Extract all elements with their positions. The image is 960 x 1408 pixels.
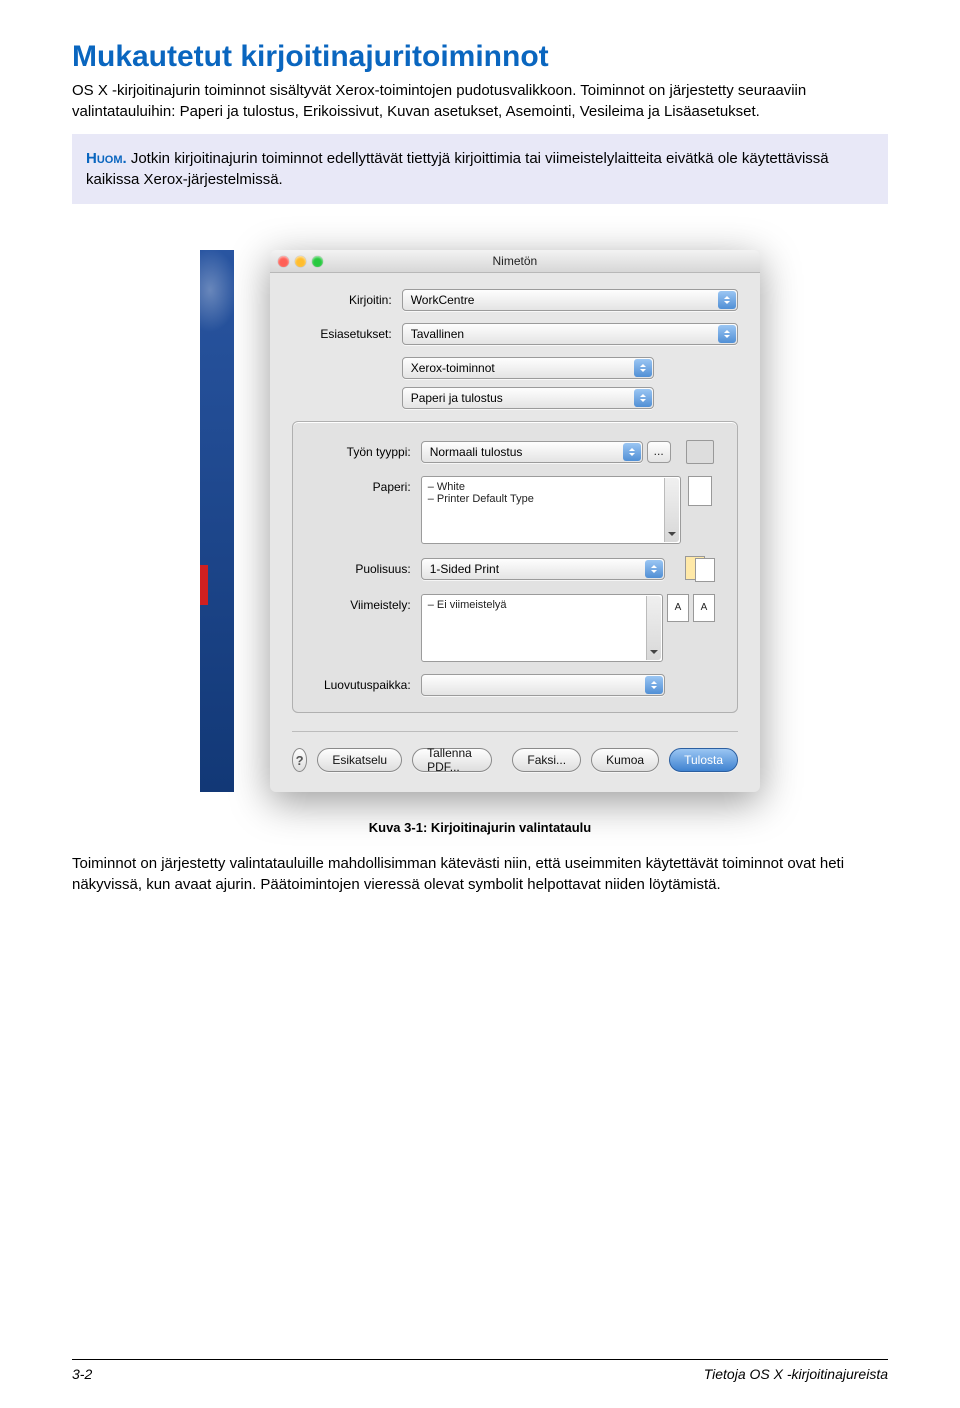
sided-label: Puolisuus: bbox=[311, 562, 421, 576]
page-icon bbox=[688, 476, 712, 506]
divider bbox=[292, 731, 738, 732]
pane-select-xerox[interactable]: Xerox-toiminnot bbox=[402, 357, 654, 379]
fax-button[interactable]: Faksi... bbox=[512, 748, 581, 772]
pane-select-xerox-value: Xerox-toiminnot bbox=[411, 361, 495, 375]
window-titlebar[interactable]: Nimetön bbox=[270, 250, 760, 273]
cancel-button[interactable]: Kumoa bbox=[591, 748, 659, 772]
jobtype-select[interactable]: Normaali tulostus bbox=[421, 441, 643, 463]
help-button[interactable]: ? bbox=[292, 748, 308, 772]
pane-select-paper[interactable]: Paperi ja tulostus bbox=[402, 387, 654, 409]
pane-select-paper-value: Paperi ja tulostus bbox=[411, 391, 503, 405]
paper-list-item: – White bbox=[428, 481, 674, 493]
jobtype-select-value: Normaali tulostus bbox=[430, 445, 523, 459]
save-pdf-button[interactable]: Tallenna PDF... bbox=[412, 748, 492, 772]
jobtype-options-button[interactable]: ... bbox=[647, 441, 671, 463]
print-dialog-window: Nimetön Kirjoitin: WorkCentre Esiasetuks… bbox=[270, 250, 760, 792]
footer-page-number: 3-2 bbox=[72, 1366, 92, 1382]
intro-paragraph: OS X -kirjoitinajurin toiminnot sisältyv… bbox=[72, 80, 888, 122]
page-heading: Mukautetut kirjoitinajuritoiminnot bbox=[72, 40, 888, 74]
jobtype-label: Työn tyyppi: bbox=[311, 445, 421, 459]
chevron-updown-icon bbox=[718, 325, 736, 343]
background-strip bbox=[200, 250, 234, 792]
sided-select[interactable]: 1-Sided Print bbox=[421, 558, 665, 580]
presets-select-value: Tavallinen bbox=[411, 327, 464, 341]
finish-listbox[interactable]: – Ei viimeistelyä bbox=[421, 594, 663, 662]
footer-section-title: Tietoja OS X -kirjoitinajureista bbox=[704, 1366, 888, 1382]
output-select[interactable] bbox=[421, 674, 665, 696]
chevron-updown-icon bbox=[634, 359, 652, 377]
paper-list-item: – Printer Default Type bbox=[428, 493, 674, 505]
print-button[interactable]: Tulosta bbox=[669, 748, 738, 772]
sided-select-value: 1-Sided Print bbox=[430, 562, 499, 576]
note-text: Jotkin kirjoitinajurin toiminnot edellyt… bbox=[86, 150, 829, 188]
paper-print-panel: Työn tyyppi: Normaali tulostus ... Paper… bbox=[292, 421, 738, 713]
scrollbar-icon[interactable] bbox=[664, 478, 679, 542]
printer-label: Kirjoitin: bbox=[292, 293, 402, 307]
finish-list-item: – Ei viimeistelyä bbox=[428, 599, 656, 611]
preview-button[interactable]: Esikatselu bbox=[317, 748, 402, 772]
presets-select[interactable]: Tavallinen bbox=[402, 323, 738, 345]
a-icon: A bbox=[693, 594, 715, 622]
chevron-updown-icon bbox=[718, 291, 736, 309]
after-paragraph: Toiminnot on järjestetty valintatauluill… bbox=[72, 853, 888, 895]
page-footer: 3-2 Tietoja OS X -kirjoitinajureista bbox=[72, 1359, 888, 1382]
presets-label: Esiasetukset: bbox=[292, 327, 402, 341]
output-label: Luovutuspaikka: bbox=[311, 678, 421, 692]
scrollbar-icon[interactable] bbox=[646, 596, 661, 660]
chevron-updown-icon bbox=[645, 676, 663, 694]
red-strip bbox=[200, 565, 208, 605]
chevron-updown-icon bbox=[623, 443, 641, 461]
printer-icon bbox=[686, 440, 714, 464]
a-icon: A bbox=[667, 594, 689, 622]
note-label: Huom. bbox=[86, 150, 127, 167]
duplex-icon bbox=[685, 556, 715, 582]
figure-caption: Kuva 3-1: Kirjoitinajurin valintataulu bbox=[72, 820, 888, 835]
finish-label: Viimeistely: bbox=[311, 594, 421, 612]
note-box: Huom. Jotkin kirjoitinajurin toiminnot e… bbox=[72, 134, 888, 204]
screenshot: Nimetön Kirjoitin: WorkCentre Esiasetuks… bbox=[200, 250, 760, 792]
printer-select[interactable]: WorkCentre bbox=[402, 289, 738, 311]
chevron-updown-icon bbox=[645, 560, 663, 578]
chevron-updown-icon bbox=[634, 389, 652, 407]
printer-select-value: WorkCentre bbox=[411, 293, 475, 307]
paper-listbox[interactable]: – White – Printer Default Type bbox=[421, 476, 681, 544]
paper-label: Paperi: bbox=[311, 476, 421, 494]
window-title: Nimetön bbox=[270, 254, 760, 268]
